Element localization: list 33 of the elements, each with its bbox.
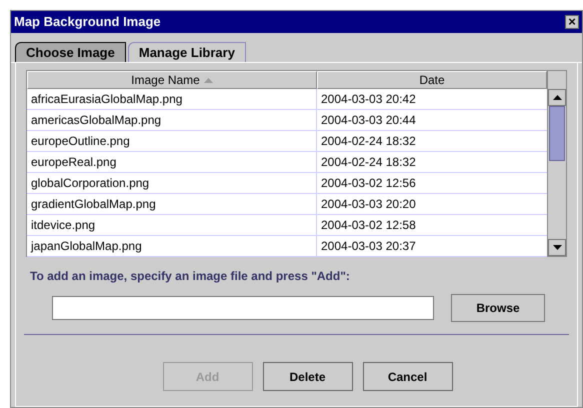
scroll-thumb[interactable] [549, 106, 565, 161]
column-header[interactable]: Image Name [27, 71, 317, 89]
tab[interactable]: Choose Image [15, 42, 126, 62]
table-cell-text: 2004-03-02 12:58 [320, 217, 417, 234]
table-cell: europeReal.png [27, 152, 317, 172]
arrow-up-icon [552, 95, 562, 100]
scroll-down-button[interactable] [548, 239, 566, 256]
arrow-down-icon [552, 245, 562, 250]
table-cell: itdevice.png [27, 215, 317, 235]
table-cell: europeOutline.png [27, 131, 317, 151]
table-cell-text: 2004-02-24 18:32 [320, 154, 417, 171]
scroll-bar[interactable] [547, 71, 566, 256]
scroll-up-button[interactable] [548, 89, 566, 106]
table-cell: americasGlobalMap.png [27, 110, 317, 130]
table-cell-text: 2004-02-24 18:32 [320, 133, 417, 150]
dialog-button[interactable]: Cancel [362, 362, 452, 391]
table-cell-text: 2004-03-03 20:42 [320, 91, 417, 108]
table-cell: africaEurasiaGlobalMap.png [27, 89, 317, 109]
table-cell: globalCorporation.png [27, 173, 317, 193]
tab[interactable]: Manage Library [128, 42, 246, 62]
instruction-text: To add an image, specify an image file and press "Add": [30, 268, 351, 285]
close-button[interactable]: × [565, 15, 579, 29]
window-title: Map Background Image [14, 13, 161, 32]
file-path-field[interactable] [52, 296, 434, 320]
table-cell: gradientGlobalMap.png [27, 194, 317, 214]
table-cell-text: 2004-03-03 20:37 [320, 238, 417, 255]
table-cell-text: 2004-03-02 12:56 [320, 175, 417, 192]
browse-button[interactable]: Browse [451, 294, 545, 322]
dialog-button[interactable]: Delete [262, 362, 352, 391]
table-cell-text: 2004-03-03 20:20 [320, 196, 417, 213]
table-cell-text: 2004-03-03 20:44 [320, 112, 417, 129]
table-cell: japanGlobalMap.png [27, 236, 317, 256]
column-header[interactable]: Date [317, 71, 547, 89]
